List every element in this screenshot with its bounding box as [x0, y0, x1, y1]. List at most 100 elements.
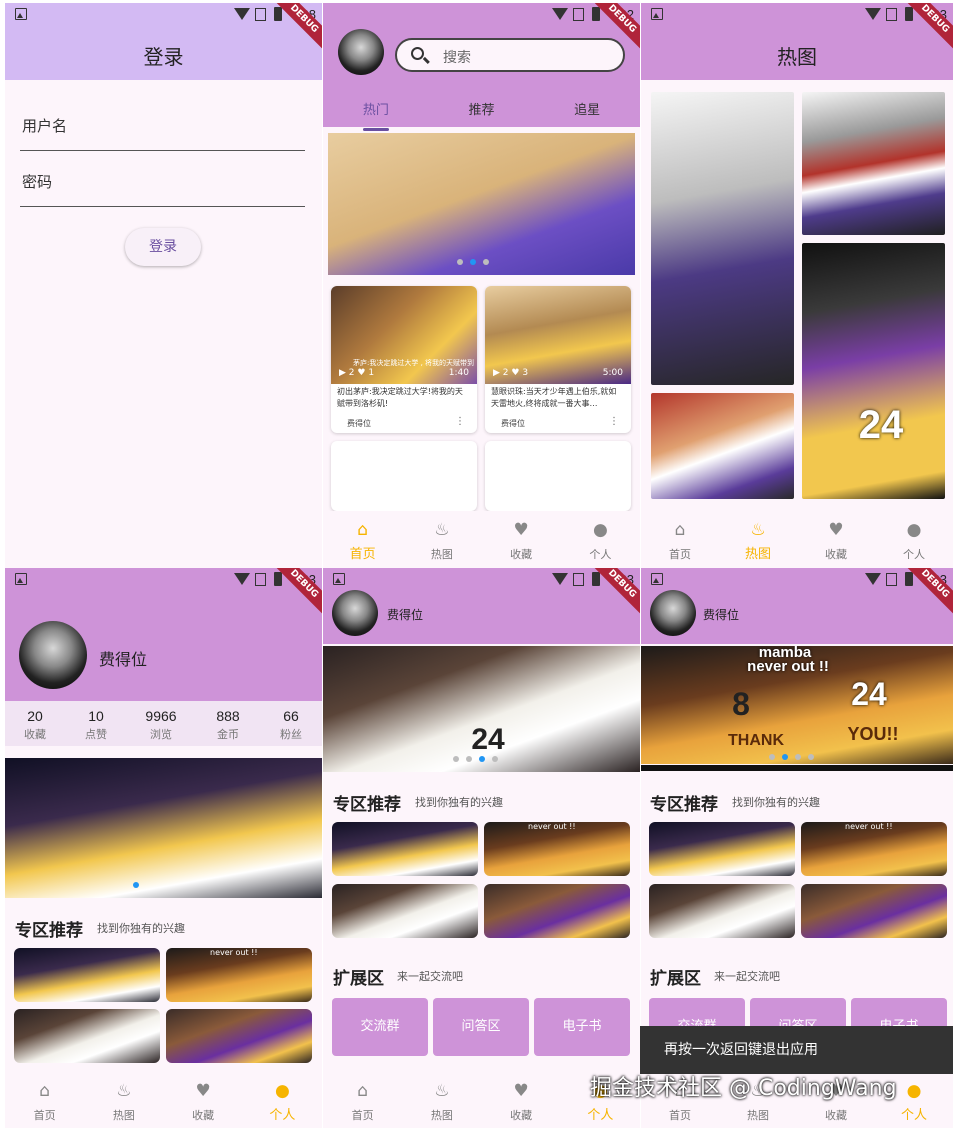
login-button[interactable]: 登录 [125, 228, 201, 266]
search-icon [411, 47, 424, 60]
avatar[interactable] [19, 621, 87, 689]
group-chat-button[interactable]: 交流群 [332, 998, 428, 1056]
avatar[interactable] [332, 590, 378, 636]
stat-views[interactable]: 9966 浏览 [131, 708, 191, 742]
nav-hot[interactable]: ♨ 热图 [402, 1072, 481, 1128]
nav-hot[interactable]: ♨ 热图 [719, 511, 797, 569]
person-icon: ● [906, 1081, 922, 1101]
zone-tile[interactable] [649, 822, 795, 876]
nav-fav[interactable]: ♥ 收藏 [482, 1072, 561, 1128]
zone-tile[interactable]: never out !! [166, 948, 312, 1002]
nav-home[interactable]: ⌂ 首页 [5, 1072, 84, 1128]
more-icon[interactable]: ⋮ [455, 416, 465, 427]
nav-fav-label: 收藏 [510, 548, 533, 561]
nav-home[interactable]: ⌂ 首页 [323, 511, 402, 569]
zone-tile[interactable] [332, 822, 478, 876]
like-count: 3 [522, 368, 529, 378]
nav-hot-label: 热图 [744, 547, 771, 562]
section-title: 专区推荐 [15, 921, 83, 941]
banner-dot-active [782, 754, 788, 760]
zone-tile[interactable] [166, 1009, 312, 1063]
home-screen: 6:22 DEBUG 搜索 热门 推荐 追星 茅庐:我决定跳过大学 , 将我的天… [323, 3, 640, 569]
signal-icon [573, 573, 584, 586]
status-bar: 6:23 [323, 568, 640, 592]
banner-dot-active [133, 882, 139, 888]
stat-likes[interactable]: 10 点赞 [66, 708, 126, 742]
hot-image[interactable] [802, 243, 945, 499]
stat-label: 浏览 [150, 728, 172, 741]
qa-button[interactable]: 问答区 [433, 998, 529, 1056]
stat-number: 66 [283, 708, 299, 724]
search-input[interactable]: 搜索 [395, 38, 625, 72]
video-card[interactable]: 茅庐:我决定跳过大学 , 将我的天赋带到 ▶ 2 ♥ 1 1:40 初出茅庐:我… [331, 286, 477, 433]
battery-icon [592, 572, 600, 586]
banner-dot [483, 259, 489, 265]
zone-banner[interactable]: mamba never out !! 8 24 THANK YOU!! [641, 646, 953, 764]
stat-coins[interactable]: 888 金币 [198, 708, 258, 742]
hot-image[interactable] [651, 92, 794, 385]
jersey-number: 24 [858, 403, 904, 447]
profile-banner[interactable] [5, 758, 322, 898]
tab-stars[interactable]: 追星 [534, 87, 640, 131]
username-label: 用户名 [22, 117, 68, 135]
nav-me[interactable]: ● 个人 [561, 511, 640, 569]
ebook-button[interactable]: 电子书 [534, 998, 630, 1056]
home-banner[interactable] [328, 133, 635, 275]
zone-tile[interactable] [14, 1009, 160, 1063]
battery-icon [592, 7, 600, 21]
zone-tile[interactable]: never out !! [801, 822, 947, 876]
nav-hot[interactable]: ♨ 热图 [84, 1072, 163, 1128]
avatar[interactable] [338, 29, 384, 75]
nav-home[interactable]: ⌂ 首页 [323, 1072, 402, 1128]
video-card[interactable]: ▶ 2 ♥ 3 5:00 慧眼识珠:当天才少年遇上伯乐,就如天雷地火,终将成就一… [485, 286, 631, 433]
wifi-icon [234, 8, 250, 20]
signal-icon [573, 8, 584, 21]
stat-number: 20 [27, 708, 43, 724]
zone-tile[interactable] [484, 884, 630, 938]
nav-home[interactable]: ⌂ 首页 [641, 511, 719, 569]
zone-tile[interactable] [14, 948, 160, 1002]
person-icon: ● [592, 520, 608, 540]
search-placeholder: 搜索 [443, 50, 471, 66]
profile-screen: 6:23 DEBUG 费得位 20收藏 10点赞 9966浏览 888金币 66… [5, 568, 322, 1128]
fire-icon: ♨ [434, 1081, 450, 1101]
fire-icon: ♨ [750, 520, 766, 540]
tab-recommend[interactable]: 推荐 [429, 87, 535, 131]
nav-fav[interactable]: ♥ 收藏 [164, 1072, 243, 1128]
nav-fav[interactable]: ♥ 收藏 [797, 511, 875, 569]
zone-tile[interactable]: never out !! [484, 822, 630, 876]
nav-fav[interactable]: ♥ 收藏 [482, 511, 561, 569]
nav-me-label: 个人 [903, 548, 925, 561]
username-field[interactable]: 用户名 [20, 103, 305, 151]
zone-tile[interactable] [801, 884, 947, 938]
status-bar: 6:22 [323, 3, 640, 27]
stat-favorites[interactable]: 20 收藏 [5, 708, 65, 742]
person-icon: ● [906, 520, 922, 540]
video-card[interactable] [331, 441, 477, 511]
video-card[interactable] [485, 441, 631, 511]
hot-image[interactable] [802, 92, 945, 235]
video-duration: 5:00 [602, 368, 623, 378]
nav-hot-label: 热图 [430, 1109, 453, 1122]
section-subtitle: 找到你独有的兴趣 [97, 922, 185, 935]
nav-hot-label: 热图 [112, 1109, 135, 1122]
tab-hot[interactable]: 热门 [323, 87, 429, 131]
password-field[interactable]: 密码 [20, 159, 305, 207]
more-icon[interactable]: ⋮ [609, 416, 619, 427]
watermark: 掘金技术社区 @ CodingWang [590, 1076, 897, 1101]
avatar[interactable] [650, 590, 696, 636]
fire-icon: ♨ [116, 1081, 132, 1101]
nav-home-label: 首页 [349, 547, 376, 562]
zone-tile[interactable] [332, 884, 478, 938]
stat-fans[interactable]: 66 粉丝 [261, 708, 321, 742]
zone-tile[interactable] [649, 884, 795, 938]
hot-image[interactable] [651, 393, 794, 499]
nav-hot[interactable]: ♨ 热图 [402, 511, 481, 569]
nav-me[interactable]: ● 个人 [243, 1072, 322, 1128]
battery-icon [905, 7, 913, 21]
view-count: 2 [348, 368, 355, 378]
section-subtitle: 找到你独有的兴趣 [415, 796, 503, 809]
video-stats: ▶ 2 ♥ 1 [339, 368, 375, 378]
nav-me[interactable]: ● 个人 [875, 511, 953, 569]
tile-caption: never out !! [528, 822, 576, 831]
